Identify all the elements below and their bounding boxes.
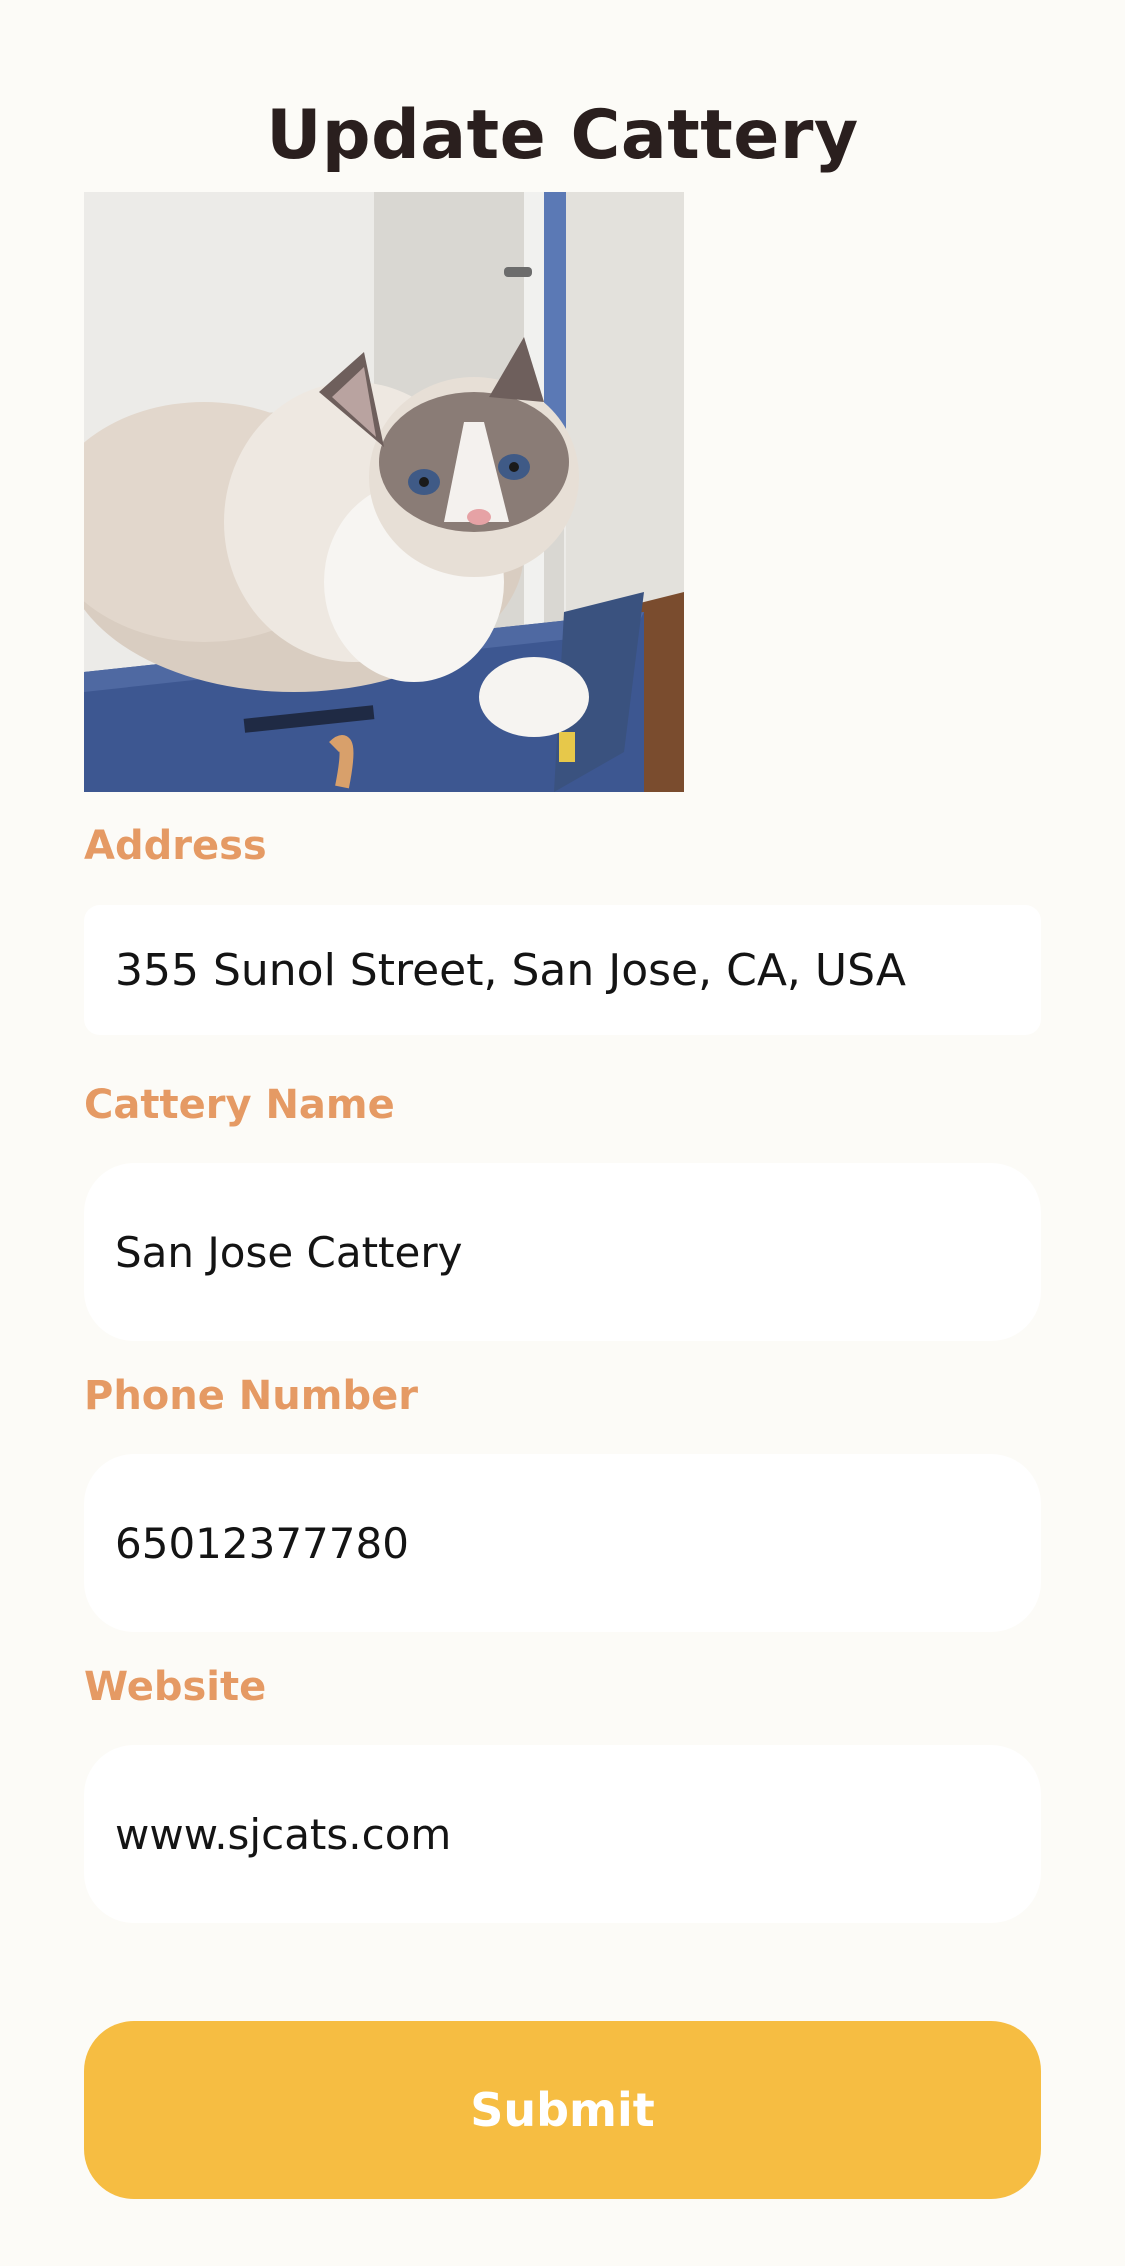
page-title: Update Cattery bbox=[266, 96, 859, 175]
cattery-photo[interactable] bbox=[84, 192, 684, 792]
address-field[interactable] bbox=[84, 905, 1041, 1035]
update-cattery-screen: Update Cattery Address 355 Sunol Street,… bbox=[0, 0, 1125, 2266]
cattery-name-field[interactable] bbox=[84, 1163, 1041, 1341]
website-label: Website bbox=[84, 1664, 267, 1710]
cattery-name-input[interactable] bbox=[115, 1227, 1041, 1277]
phone-number-input[interactable] bbox=[115, 1518, 1041, 1568]
address-input[interactable] bbox=[115, 944, 1041, 996]
website-field[interactable] bbox=[84, 1745, 1041, 1923]
phone-number-label: Phone Number bbox=[84, 1373, 418, 1419]
address-label: Address bbox=[84, 823, 267, 869]
cattery-name-label: Cattery Name bbox=[84, 1082, 395, 1128]
submit-button[interactable]: Submit bbox=[84, 2021, 1041, 2199]
cat-photo-illustration bbox=[84, 192, 684, 792]
website-input[interactable] bbox=[115, 1809, 1041, 1859]
phone-number-field[interactable] bbox=[84, 1454, 1041, 1632]
